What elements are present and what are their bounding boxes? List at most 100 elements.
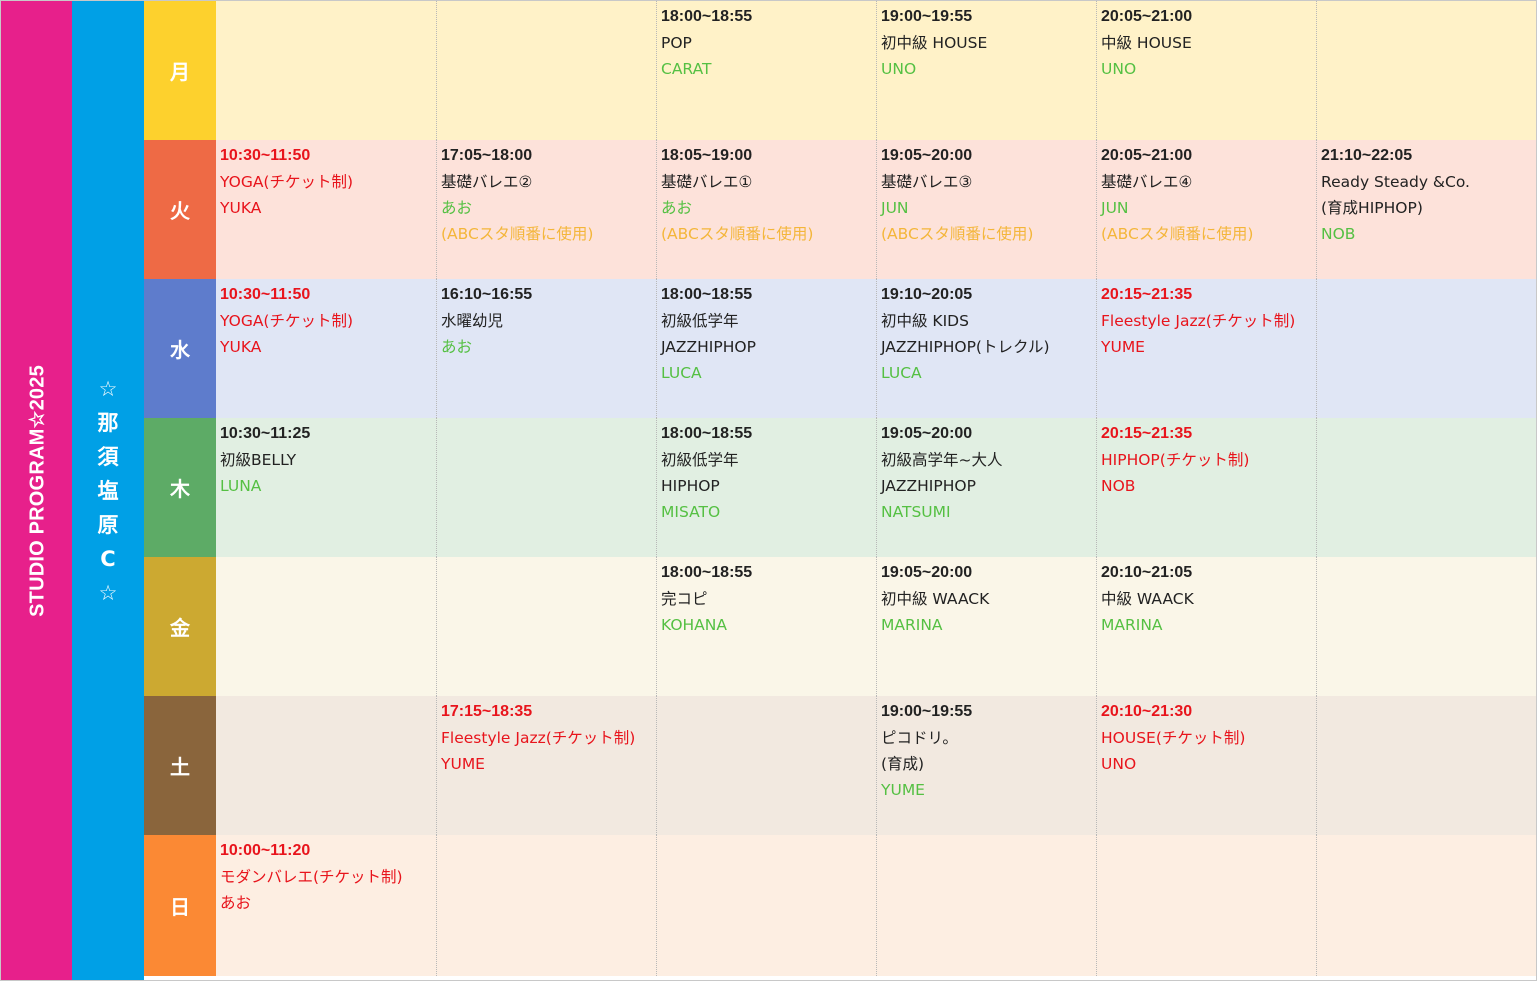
class-cell[interactable]: 18:00~18:55 完コピ KOHANA	[656, 557, 876, 696]
class-name: 初級BELLY	[220, 451, 297, 469]
class-name: JAZZHIPHOP	[661, 338, 756, 356]
class-cell[interactable]: 20:05~21:00 中級 HOUSE UNO	[1096, 1, 1316, 140]
class-name: モダンバレエ(チケット制)	[220, 868, 403, 886]
class-teacher: NATSUMI	[881, 503, 951, 521]
class-name: POP	[661, 34, 692, 52]
class-cell[interactable]: 20:15~21:35 HIPHOP(チケット制) NOB	[1096, 418, 1316, 557]
class-teacher: KOHANA	[661, 616, 727, 634]
title-band: STUDIO PROGRAM☆2025	[1, 1, 72, 980]
studio-band: ☆ 那須塩原 C ☆	[72, 1, 144, 980]
class-cell[interactable]: 19:00~19:55 初中級 HOUSE UNO	[876, 1, 1096, 140]
class-note: (ABCスタ順番に使用)	[661, 225, 814, 243]
class-teacher: MISATO	[661, 503, 721, 521]
class-name: YOGA(チケット制)	[220, 312, 354, 330]
studio-char: 那	[97, 410, 119, 435]
class-cell[interactable]: 19:05~20:00 基礎バレエ③ JUN (ABCスタ順番に使用)	[876, 140, 1096, 279]
class-cell	[216, 1, 436, 140]
class-cell[interactable]: 19:00~19:55 ピコドリ。 (育成) YUME	[876, 696, 1096, 835]
class-time: 20:05~21:00	[1101, 8, 1193, 25]
day-label: 木	[144, 418, 216, 557]
class-time: 20:10~21:30	[1101, 703, 1193, 720]
class-name: 初級低学年	[661, 312, 739, 330]
class-cell[interactable]: 16:10~16:55 水曜幼児 あお	[436, 279, 656, 418]
class-cell	[1316, 418, 1536, 557]
class-teacher: YUME	[881, 781, 925, 799]
class-teacher: あお	[441, 199, 473, 217]
class-cell[interactable]: 19:05~20:00 初中級 WAACK MARINA	[876, 557, 1096, 696]
class-cell[interactable]: 20:05~21:00 基礎バレエ④ JUN (ABCスタ順番に使用)	[1096, 140, 1316, 279]
class-time: 17:15~18:35	[441, 703, 533, 720]
class-cell[interactable]: 18:00~18:55 POP CARAT	[656, 1, 876, 140]
day-row: 土 17:15~18:35 Fleestyle Jazz(チケット制) YUME 19:…	[144, 696, 1536, 835]
class-cell	[1316, 557, 1536, 696]
class-cell	[436, 835, 656, 976]
class-cell[interactable]: 10:30~11:50 YOGA(チケット制) YUKA	[216, 279, 436, 418]
class-time: 10:30~11:50	[220, 147, 311, 164]
class-teacher: LUNA	[220, 477, 262, 495]
class-time: 18:00~18:55	[661, 564, 753, 581]
class-name: (育成HIPHOP)	[1321, 199, 1423, 217]
class-time: 16:10~16:55	[441, 286, 533, 303]
class-time: 18:00~18:55	[661, 286, 753, 303]
class-name: 中級 HOUSE	[1101, 34, 1192, 52]
class-teacher: NOB	[1321, 225, 1356, 243]
class-name: 基礎バレエ①	[661, 173, 753, 191]
class-name: 初中級 WAACK	[881, 590, 990, 608]
class-cell[interactable]: 21:10~22:05 Ready Steady &Co. (育成HIPHOP) NO…	[1316, 140, 1536, 279]
studio-char: 原	[97, 512, 119, 537]
class-name: Fleestyle Jazz(チケット制)	[441, 729, 636, 747]
day-label: 火	[144, 140, 216, 279]
class-cell	[436, 557, 656, 696]
class-teacher: YUME	[1101, 338, 1145, 356]
class-cell[interactable]: 19:05~20:00 初級高学年~大人 JAZZHIPHOP NATSUMI	[876, 418, 1096, 557]
class-time: 19:05~20:00	[881, 147, 973, 164]
day-row: 水 10:30~11:50 YOGA(チケット制) YUKA 16:10~16:55 水曜…	[144, 279, 1536, 418]
page-title: STUDIO PROGRAM☆2025	[26, 364, 48, 617]
day-row: 火 10:30~11:50 YOGA(チケット制) YUKA 17:05~18:00 基礎…	[144, 140, 1536, 279]
class-time: 17:05~18:00	[441, 147, 533, 164]
class-note: (ABCスタ順番に使用)	[441, 225, 594, 243]
class-cell[interactable]: 18:05~19:00 基礎バレエ① あお (ABCスタ順番に使用)	[656, 140, 876, 279]
class-cell[interactable]: 19:10~20:05 初中級 KIDS JAZZHIPHOP(トレクル) LUCA	[876, 279, 1096, 418]
class-note: (ABCスタ順番に使用)	[1101, 225, 1254, 243]
class-name: 初中級 KIDS	[881, 312, 969, 330]
schedule-grid: 月 18:00~18:55 POP CARAT 19:00~19:55 初中級 HOUSE…	[144, 1, 1536, 980]
class-teacher: YUME	[441, 755, 485, 773]
class-teacher: YUKA	[220, 338, 262, 356]
day-row: 日 10:00~11:20 モダンバレエ(チケット制) あお	[144, 835, 1536, 976]
day-label: 日	[144, 835, 216, 976]
class-time: 20:15~21:35	[1101, 286, 1193, 303]
studio-char: ☆	[98, 376, 118, 401]
class-cell	[216, 557, 436, 696]
class-time: 21:10~22:05	[1321, 147, 1413, 164]
class-cell	[1096, 835, 1316, 976]
day-label: 土	[144, 696, 216, 835]
studio-char: 須	[97, 444, 119, 469]
day-row: 金 18:00~18:55 完コピ KOHANA 19:05~20:00 初中級 WAAC…	[144, 557, 1536, 696]
class-cell[interactable]: 20:15~21:35 Fleestyle Jazz(チケット制) YUME	[1096, 279, 1316, 418]
class-name: YOGA(チケット制)	[220, 173, 354, 191]
class-cell[interactable]: 18:00~18:55 初級低学年 JAZZHIPHOP LUCA	[656, 279, 876, 418]
class-cell[interactable]: 17:05~18:00 基礎バレエ② あお (ABCスタ順番に使用)	[436, 140, 656, 279]
day-label: 月	[144, 1, 216, 140]
class-cell	[436, 1, 656, 140]
class-time: 18:05~19:00	[661, 147, 753, 164]
class-cell[interactable]: 20:10~21:05 中級 WAACK MARINA	[1096, 557, 1316, 696]
class-teacher: あお	[220, 894, 252, 912]
class-cell[interactable]: 10:30~11:25 初級BELLY LUNA	[216, 418, 436, 557]
studio-char: 塩	[97, 478, 119, 503]
class-teacher: LUCA	[881, 364, 922, 382]
class-cell[interactable]: 17:15~18:35 Fleestyle Jazz(チケット制) YUME	[436, 696, 656, 835]
class-cell	[436, 418, 656, 557]
class-time: 19:05~20:00	[881, 425, 973, 442]
class-cell[interactable]: 10:30~11:50 YOGA(チケット制) YUKA	[216, 140, 436, 279]
class-teacher: あお	[661, 199, 693, 217]
class-time: 10:00~11:20	[220, 842, 311, 859]
class-cell[interactable]: 10:00~11:20 モダンバレエ(チケット制) あお	[216, 835, 436, 976]
class-cell[interactable]: 18:00~18:55 初級低学年 HIPHOP MISATO	[656, 418, 876, 557]
class-time: 20:10~21:05	[1101, 564, 1193, 581]
class-cell[interactable]: 20:10~21:30 HOUSE(チケット制) UNO	[1096, 696, 1316, 835]
class-name: ピコドリ。	[881, 729, 958, 747]
class-teacher: UNO	[881, 60, 917, 78]
class-name: Fleestyle Jazz(チケット制)	[1101, 312, 1296, 330]
